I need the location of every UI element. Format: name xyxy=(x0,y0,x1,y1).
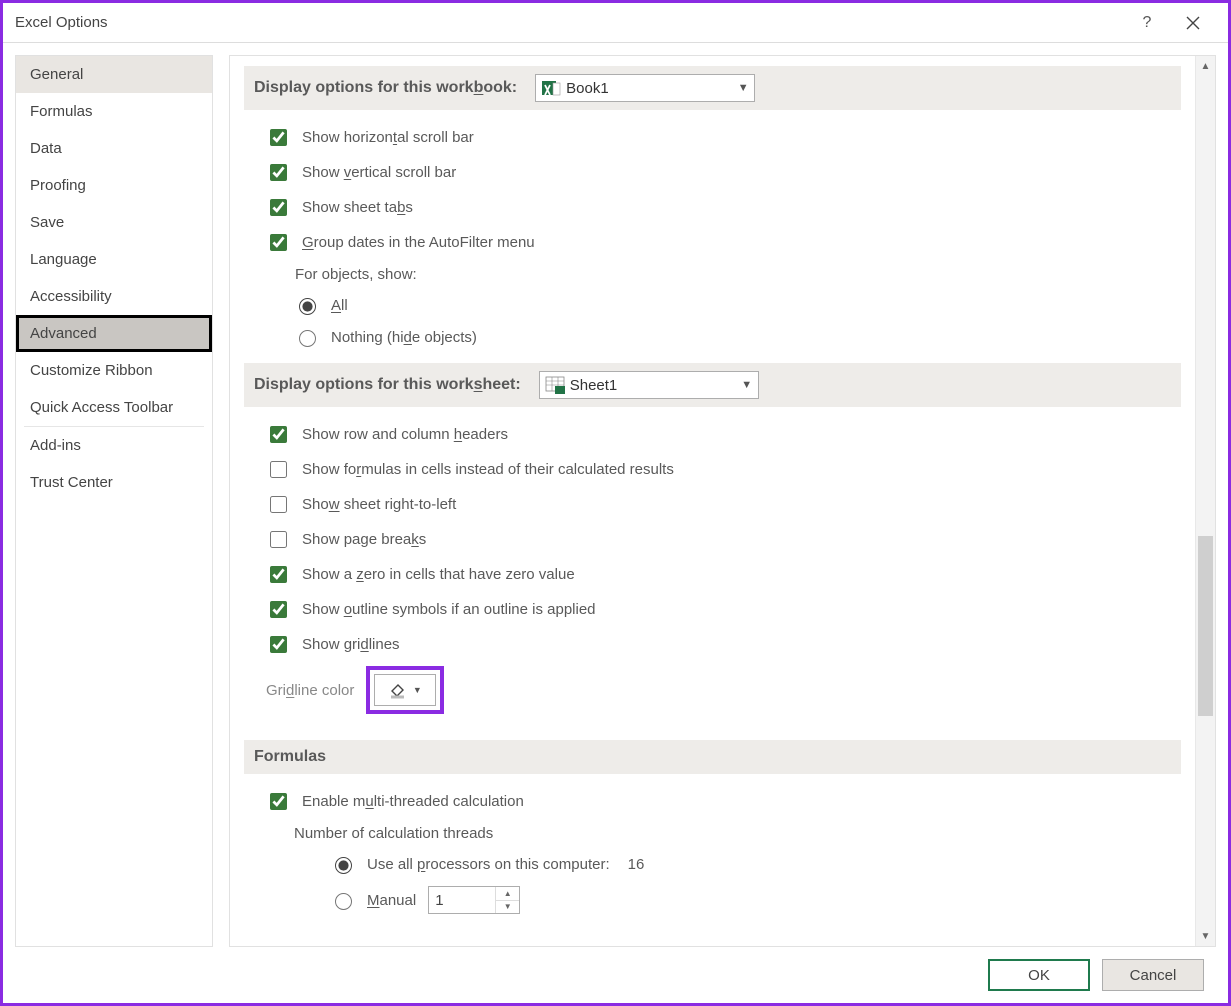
processor-count: 16 xyxy=(628,856,645,873)
chk-show-gridlines[interactable] xyxy=(270,636,287,653)
vertical-scrollbar[interactable]: ▲ ▼ xyxy=(1195,56,1215,946)
excel-book-icon xyxy=(540,77,562,99)
section-formulas: Formulas xyxy=(244,740,1181,774)
chevron-down-icon: ▼ xyxy=(413,685,422,695)
worksheet-selector[interactable]: Sheet1 ▼ xyxy=(539,371,759,399)
lbl-objects-all: All xyxy=(331,297,348,314)
close-icon xyxy=(1186,16,1200,30)
nav-language[interactable]: Language xyxy=(16,241,212,278)
close-button[interactable] xyxy=(1170,5,1216,41)
ok-button[interactable]: OK xyxy=(988,959,1090,991)
manual-thread-count[interactable]: ▲▼ xyxy=(428,886,520,914)
section-title-worksheet: Display options for this worksheet: xyxy=(254,376,521,394)
lbl-group-dates: Group dates in the AutoFilter menu xyxy=(302,234,535,251)
spin-up-icon[interactable]: ▲ xyxy=(495,887,519,901)
options-nav: General Formulas Data Proofing Save Lang… xyxy=(15,55,213,947)
lbl-sheet-tabs: Show sheet tabs xyxy=(302,199,413,216)
lbl-page-breaks: Show page breaks xyxy=(302,531,426,548)
lbl-objects-nothing: Nothing (hide objects) xyxy=(331,329,477,346)
nav-formulas[interactable]: Formulas xyxy=(16,93,212,130)
help-button[interactable]: ? xyxy=(1124,5,1170,41)
radio-manual-threads[interactable] xyxy=(335,893,352,910)
lbl-manual: Manual xyxy=(367,892,416,909)
dialog-footer: OK Cancel xyxy=(3,947,1228,1003)
titlebar: Excel Options ? xyxy=(3,3,1228,43)
lbl-for-objects: For objects, show: xyxy=(295,266,417,283)
nav-save[interactable]: Save xyxy=(16,204,212,241)
chevron-down-icon: ▼ xyxy=(736,379,758,391)
lbl-vertical-scrollbar: Show vertical scroll bar xyxy=(302,164,456,181)
chk-rtl[interactable] xyxy=(270,496,287,513)
spin-down-icon[interactable]: ▼ xyxy=(495,901,519,914)
nav-addins[interactable]: Add-ins xyxy=(16,427,212,464)
lbl-show-formulas: Show formulas in cells instead of their … xyxy=(302,461,674,478)
chk-show-formulas[interactable] xyxy=(270,461,287,478)
scroll-up-icon[interactable]: ▲ xyxy=(1196,56,1215,76)
workbook-selected-text: Book1 xyxy=(566,80,732,97)
chk-horizontal-scrollbar[interactable] xyxy=(270,129,287,146)
chk-group-dates[interactable] xyxy=(270,234,287,251)
lbl-outline-symbols: Show outline symbols if an outline is ap… xyxy=(302,601,596,618)
section-title-workbook: Display options for this workbook: xyxy=(254,79,517,97)
lbl-horizontal-scrollbar: Show horizontal scroll bar xyxy=(302,129,474,146)
chevron-down-icon: ▼ xyxy=(732,82,754,94)
nav-advanced[interactable]: Advanced xyxy=(16,315,212,352)
chk-show-zero[interactable] xyxy=(270,566,287,583)
highlight-gridline-color: ▼ xyxy=(366,666,444,714)
radio-use-all-processors[interactable] xyxy=(335,857,352,874)
scroll-down-icon[interactable]: ▼ xyxy=(1196,926,1215,946)
content-area: Display options for this workbook: Book1… xyxy=(229,55,1216,947)
nav-accessibility[interactable]: Accessibility xyxy=(16,278,212,315)
workbook-selector[interactable]: Book1 ▼ xyxy=(535,74,755,102)
lbl-show-gridlines: Show gridlines xyxy=(302,636,400,653)
manual-thread-input[interactable] xyxy=(429,887,495,913)
section-display-workbook: Display options for this workbook: Book1… xyxy=(244,66,1181,110)
section-display-worksheet: Display options for this worksheet: Shee… xyxy=(244,363,1181,407)
nav-proofing[interactable]: Proofing xyxy=(16,167,212,204)
cancel-button[interactable]: Cancel xyxy=(1102,959,1204,991)
nav-quick-access-toolbar[interactable]: Quick Access Toolbar xyxy=(16,389,212,426)
section-title-formulas: Formulas xyxy=(254,748,326,766)
nav-trust-center[interactable]: Trust Center xyxy=(16,464,212,501)
chk-multi-thread[interactable] xyxy=(270,793,287,810)
chk-page-breaks[interactable] xyxy=(270,531,287,548)
lbl-show-zero: Show a zero in cells that have zero valu… xyxy=(302,566,575,583)
lbl-multi-thread: Enable multi-threaded calculation xyxy=(302,793,524,810)
worksheet-icon xyxy=(544,374,566,396)
radio-objects-nothing[interactable] xyxy=(299,330,316,347)
lbl-row-col-headers: Show row and column headers xyxy=(302,426,508,443)
lbl-rtl: Show sheet right-to-left xyxy=(302,496,456,513)
nav-general[interactable]: General xyxy=(16,56,212,93)
worksheet-selected-text: Sheet1 xyxy=(570,377,736,394)
scroll-thumb[interactable] xyxy=(1198,536,1213,716)
paint-bucket-icon xyxy=(389,681,407,699)
lbl-gridline-color: Gridline color xyxy=(266,682,354,699)
chk-vertical-scrollbar[interactable] xyxy=(270,164,287,181)
gridline-color-picker[interactable]: ▼ xyxy=(374,674,436,706)
window-title: Excel Options xyxy=(15,14,1124,31)
lbl-use-all-processors: Use all processors on this computer: xyxy=(367,856,610,873)
nav-customize-ribbon[interactable]: Customize Ribbon xyxy=(16,352,212,389)
radio-objects-all[interactable] xyxy=(299,298,316,315)
nav-data[interactable]: Data xyxy=(16,130,212,167)
chk-row-col-headers[interactable] xyxy=(270,426,287,443)
chk-outline-symbols[interactable] xyxy=(270,601,287,618)
lbl-num-threads: Number of calculation threads xyxy=(294,825,493,842)
chk-sheet-tabs[interactable] xyxy=(270,199,287,216)
